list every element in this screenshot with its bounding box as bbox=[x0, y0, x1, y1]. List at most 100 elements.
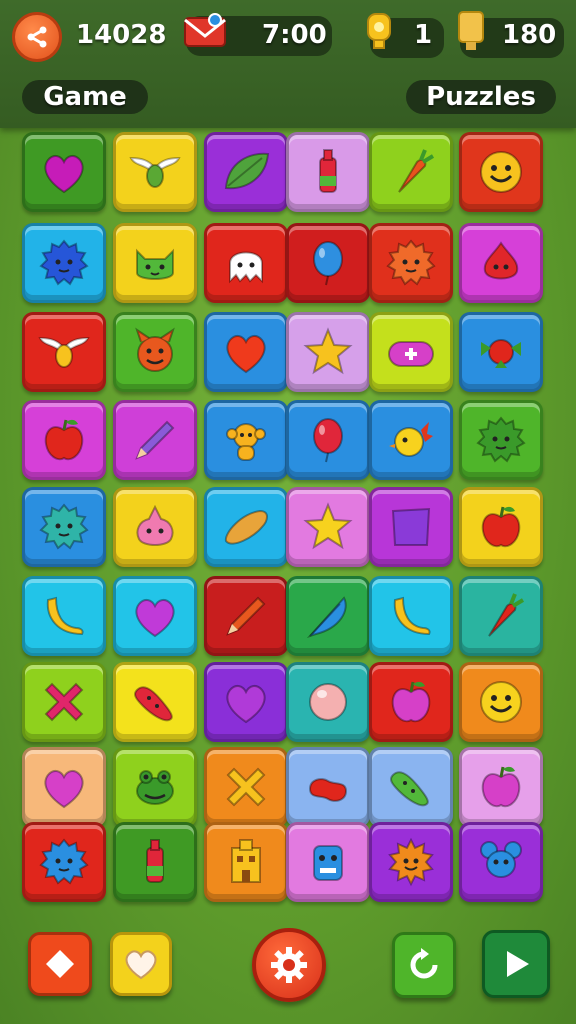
tile-blob[interactable] bbox=[113, 487, 197, 567]
tile-pillow[interactable] bbox=[369, 487, 453, 567]
star-icon bbox=[303, 327, 353, 375]
heart-icon bbox=[44, 154, 84, 194]
devil-icon bbox=[135, 327, 175, 372]
tile-onion[interactable] bbox=[459, 223, 543, 303]
tile-monster[interactable] bbox=[22, 822, 106, 902]
mail-icon[interactable] bbox=[183, 12, 227, 52]
tile-devil[interactable] bbox=[113, 312, 197, 392]
tile-monkey[interactable] bbox=[204, 400, 288, 480]
tile-flower[interactable] bbox=[459, 312, 543, 392]
flower-icon bbox=[481, 339, 521, 368]
cross-icon bbox=[226, 767, 266, 807]
tile-heart[interactable] bbox=[22, 132, 106, 212]
tile-face[interactable] bbox=[459, 662, 543, 742]
tile-balloon[interactable] bbox=[286, 400, 370, 480]
tile-pencil[interactable] bbox=[113, 400, 197, 480]
score-value: 14028 bbox=[76, 20, 167, 50]
tile-heart[interactable] bbox=[113, 576, 197, 656]
tile-monster[interactable] bbox=[369, 223, 453, 303]
cat-icon bbox=[136, 248, 174, 280]
heart-button[interactable] bbox=[110, 932, 172, 996]
pencil-icon bbox=[135, 420, 175, 460]
tile-carrot[interactable] bbox=[369, 132, 453, 212]
wings-icon bbox=[38, 336, 90, 368]
diamond-button[interactable] bbox=[28, 932, 92, 996]
tile-mouse[interactable] bbox=[459, 822, 543, 902]
monster-icon bbox=[386, 239, 436, 286]
banana-icon bbox=[393, 596, 431, 636]
tile-apple[interactable] bbox=[369, 662, 453, 742]
tile-balloon[interactable] bbox=[286, 223, 370, 303]
tile-ghost[interactable] bbox=[204, 223, 288, 303]
monkey-icon bbox=[226, 423, 266, 461]
game-screen: 14028 7:00 1 180 Game Puzzles bbox=[0, 0, 576, 1024]
share-button[interactable] bbox=[12, 12, 62, 62]
tile-pickle[interactable] bbox=[113, 662, 197, 742]
tile-banana[interactable] bbox=[22, 576, 106, 656]
mode-label[interactable]: Game bbox=[22, 80, 148, 114]
tile-apple[interactable] bbox=[22, 400, 106, 480]
potato-icon bbox=[224, 509, 268, 545]
tile-cat[interactable] bbox=[113, 223, 197, 303]
tile-bottle[interactable] bbox=[286, 132, 370, 212]
tile-monster[interactable] bbox=[22, 487, 106, 567]
tile-sun[interactable] bbox=[369, 822, 453, 902]
feather-icon bbox=[306, 596, 347, 639]
building-icon bbox=[231, 839, 261, 883]
category-label[interactable]: Puzzles bbox=[406, 80, 556, 114]
apple-icon bbox=[481, 766, 521, 808]
tile-wings[interactable] bbox=[22, 312, 106, 392]
tile-apple[interactable] bbox=[459, 487, 543, 567]
tile-leaf[interactable] bbox=[204, 132, 288, 212]
blob-icon bbox=[136, 504, 174, 546]
tile-gamepad[interactable] bbox=[369, 312, 453, 392]
tile-banana[interactable] bbox=[369, 576, 453, 656]
tile-heart[interactable] bbox=[204, 662, 288, 742]
carrot-icon bbox=[398, 149, 435, 193]
bird-icon bbox=[389, 422, 433, 457]
tile-bean[interactable] bbox=[286, 747, 370, 827]
carrot-icon bbox=[488, 593, 525, 637]
pickle-icon bbox=[390, 771, 429, 807]
heart-icon bbox=[135, 598, 175, 638]
tile-pickle[interactable] bbox=[369, 747, 453, 827]
tile-heart[interactable] bbox=[204, 312, 288, 392]
tile-wings[interactable] bbox=[113, 132, 197, 212]
play-button[interactable] bbox=[482, 930, 550, 998]
refresh-button[interactable] bbox=[392, 932, 456, 998]
mouse-icon bbox=[480, 841, 522, 878]
tile-star[interactable] bbox=[286, 312, 370, 392]
tile-monster[interactable] bbox=[22, 223, 106, 303]
tile-cross[interactable] bbox=[22, 662, 106, 742]
tile-carrot[interactable] bbox=[459, 576, 543, 656]
share-icon bbox=[27, 26, 47, 48]
tile-potato[interactable] bbox=[204, 487, 288, 567]
tile-heart[interactable] bbox=[22, 747, 106, 827]
tile-orb[interactable] bbox=[286, 662, 370, 742]
tile-cross[interactable] bbox=[204, 747, 288, 827]
coins-value: 1 bbox=[414, 20, 433, 50]
balloon-icon bbox=[313, 241, 343, 286]
timer-value: 7:00 bbox=[262, 20, 327, 50]
onion-icon bbox=[483, 241, 519, 280]
settings-button[interactable] bbox=[252, 928, 326, 1002]
tile-pencil[interactable] bbox=[204, 576, 288, 656]
tile-robot[interactable] bbox=[286, 822, 370, 902]
tile-star[interactable] bbox=[286, 487, 370, 567]
tile-frog[interactable] bbox=[113, 747, 197, 827]
diamond-icon bbox=[46, 950, 74, 978]
pickle-icon bbox=[134, 686, 173, 722]
tile-monster[interactable] bbox=[459, 400, 543, 480]
trophy-icon bbox=[458, 11, 484, 50]
tile-bottle[interactable] bbox=[113, 822, 197, 902]
heart-icon bbox=[125, 950, 157, 980]
bottle-icon bbox=[146, 839, 164, 883]
tile-building[interactable] bbox=[204, 822, 288, 902]
tile-feather[interactable] bbox=[286, 576, 370, 656]
robot-icon bbox=[313, 845, 343, 881]
tile-face[interactable] bbox=[459, 132, 543, 212]
tile-bird[interactable] bbox=[369, 400, 453, 480]
play-icon bbox=[507, 951, 529, 977]
tile-apple[interactable] bbox=[459, 747, 543, 827]
monster-icon bbox=[39, 503, 89, 550]
